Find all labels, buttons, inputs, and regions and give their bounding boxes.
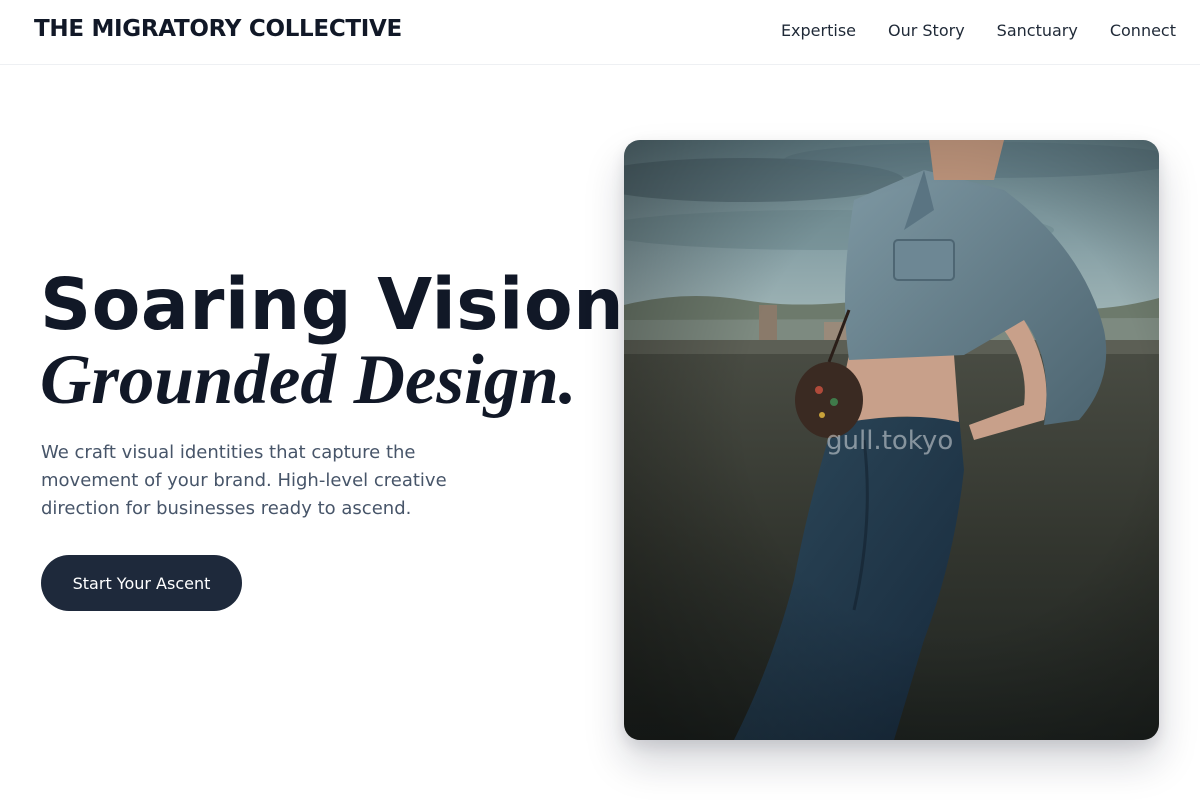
hero-description: We craft visual identities that capture …: [41, 442, 447, 519]
nav-link-sanctuary[interactable]: Sanctuary: [997, 21, 1078, 40]
nav-link-connect[interactable]: Connect: [1110, 21, 1176, 40]
hero-title-line2: Grounded Design.: [40, 341, 577, 419]
nav-link-our-story[interactable]: Our Story: [888, 21, 965, 40]
top-navbar: THE MIGRATORY COLLECTIVE Expertise Our S…: [0, 0, 1200, 65]
brand-logo[interactable]: THE MIGRATORY COLLECTIVE: [34, 16, 402, 42]
nav-link-expertise[interactable]: Expertise: [781, 21, 856, 40]
hero-title-line1: Soaring Vision,: [40, 263, 652, 346]
start-ascent-button[interactable]: Start Your Ascent: [41, 555, 242, 611]
hero-title: Soaring Vision, Grounded Design.: [40, 262, 652, 419]
main-nav: Expertise Our Story Sanctuary Connect: [781, 21, 1176, 40]
photo-watermark: gull.tokyo: [826, 426, 954, 456]
hero-photo: gull.tokyo: [624, 140, 1159, 740]
